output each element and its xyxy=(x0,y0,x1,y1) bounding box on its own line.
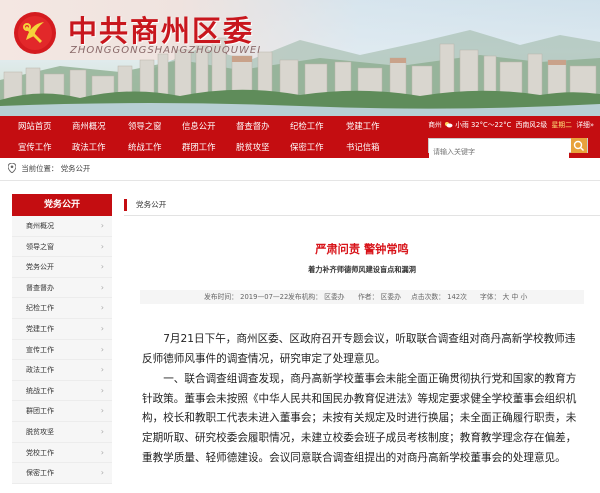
chevron-right-icon: › xyxy=(100,426,104,436)
nav-item-united-front[interactable]: 统战工作 xyxy=(128,137,162,158)
site-banner: 中共商州区委 ZHONGGONGSHANGZHOUQUWEI xyxy=(0,0,600,116)
sidebar-item-supervision[interactable]: 督查督办 › xyxy=(12,277,112,299)
chevron-right-icon: › xyxy=(100,221,104,230)
sidebar-item-mass-groups[interactable]: 群团工作 › xyxy=(12,401,112,422)
weather-wind: 西南风2级 xyxy=(515,121,548,129)
sidebar-item-discipline[interactable]: 纪检工作 › xyxy=(12,298,112,319)
chevron-right-icon: › xyxy=(100,303,104,313)
weather-widget: 商州 小雨 32°C～22°C 西南风2级 星期二 详细» xyxy=(428,119,594,129)
weekday: 星期二 xyxy=(551,121,572,129)
sidebar-item-label: 督查督办 xyxy=(26,283,54,292)
site-title: 中共商州区委 xyxy=(68,14,255,48)
sidebar-item-united-front[interactable]: 统战工作 › xyxy=(12,380,112,402)
chevron-right-icon: › xyxy=(100,406,104,416)
font-size-switcher[interactable]: 字体： 大 中 小 xyxy=(480,290,527,304)
divider xyxy=(0,180,600,181)
page: 中共商州区委 ZHONGGONGSHANGZHOUQUWEI 网站首页 商州概况… xyxy=(0,0,600,493)
search-button[interactable] xyxy=(571,138,587,153)
nav-item-politics-law[interactable]: 政法工作 xyxy=(72,137,106,158)
section-marker xyxy=(124,199,127,211)
nav-item-overview[interactable]: 商州概况 xyxy=(72,116,106,137)
main-nav: 网站首页 商州概况 领导之窗 信息公开 督查督办 纪检工作 党建工作 宣传工作 … xyxy=(0,116,600,159)
weather-temp: 32°C～22°C xyxy=(470,121,512,129)
chevron-right-icon: › xyxy=(100,447,104,457)
sidebar-item-label: 党建工作 xyxy=(26,324,54,333)
search-box xyxy=(428,138,588,159)
nav-item-secrecy[interactable]: 保密工作 xyxy=(290,137,324,158)
nav-item-supervision[interactable]: 督查督办 xyxy=(236,116,270,137)
view-count: 点击次数： 142次 xyxy=(411,293,467,301)
sidebar-item-party-affairs[interactable]: 党务公开 › xyxy=(12,257,112,278)
search-input[interactable] xyxy=(429,145,569,159)
sidebar-item-label: 党务公开 xyxy=(26,263,54,272)
nav-item-leaders[interactable]: 领导之窗 xyxy=(128,116,162,137)
location-pin-icon xyxy=(7,162,17,174)
sidebar-item-label: 脱贫攻坚 xyxy=(26,427,54,436)
sidebar-item-poverty[interactable]: 脱贫攻坚 › xyxy=(12,421,112,443)
chevron-right-icon: › xyxy=(100,262,104,272)
article-title: 严肃问责 警钟常鸣 xyxy=(315,243,409,256)
article-subtitle: 着力补齐师德师风建设盲点和漏洞 xyxy=(308,265,416,274)
nav-item-home[interactable]: 网站首页 xyxy=(18,116,52,137)
article-body: 7月21日下午，商州区委、区政府召开专题会议，听取联合调查组对商丹高新学校教师违… xyxy=(142,330,582,469)
chevron-right-icon: › xyxy=(100,241,104,251)
chevron-right-icon: › xyxy=(100,468,104,478)
weather-city: 商州 xyxy=(428,121,442,129)
site-subtitle: ZHONGGONGSHANGZHOUQUWEI xyxy=(70,45,262,56)
sidebar-item-party-school[interactable]: 党校工作 › xyxy=(12,442,112,464)
sidebar-item-label: 政法工作 xyxy=(26,366,54,375)
nav-item-info-disclosure[interactable]: 信息公开 xyxy=(182,116,216,137)
sidebar-item-label: 商州概况 xyxy=(26,222,54,230)
sidebar-item-politics-law[interactable]: 政法工作 › xyxy=(12,360,112,381)
nav-item-publicity[interactable]: 宣传工作 xyxy=(18,137,52,158)
sidebar-item-label: 保密工作 xyxy=(26,469,54,478)
breadcrumb-label: 当前位置： xyxy=(21,164,59,173)
sidebar-item-party-building[interactable]: 党建工作 › xyxy=(12,318,112,340)
party-emblem-logo xyxy=(12,10,58,56)
chevron-right-icon: › xyxy=(100,282,104,292)
article-meta: 发布时间： 2019—07—22 发布机构： 区委办 作者： 区委办 点击次数：… xyxy=(140,290,584,304)
chevron-right-icon: › xyxy=(100,344,104,354)
sidebar-item-label: 统战工作 xyxy=(26,386,54,395)
sidebar-item-label: 宣传工作 xyxy=(26,345,54,354)
sidebar-item-secrecy[interactable]: 保密工作 › xyxy=(12,463,112,484)
sidebar-item-label: 领导之窗 xyxy=(26,242,54,251)
nav-item-party-building[interactable]: 党建工作 xyxy=(346,116,380,137)
search-icon xyxy=(573,140,584,151)
article-paragraph: 7月21日下午，商州区委、区政府召开专题会议，听取联合调查组对商丹高新学校教师违… xyxy=(142,333,576,365)
sidebar-heading: 党务公开 xyxy=(12,194,112,216)
sidebar-item-publicity[interactable]: 宣传工作 › xyxy=(12,339,112,361)
breadcrumb-current[interactable]: 党务公开 xyxy=(61,164,91,173)
chevron-right-icon: › xyxy=(100,323,104,333)
sidebar: 党务公开 商州概况 › 领导之窗 › 党务公开 › 督查督办 › 纪检工作 › 党建工作 ›… xyxy=(12,194,112,484)
sidebar-item-label: 党校工作 xyxy=(26,448,54,457)
sidebar-item-label: 群团工作 xyxy=(26,407,54,416)
cloud-sun-icon xyxy=(444,121,453,128)
sidebar-item-overview[interactable]: 商州概况 › xyxy=(12,216,112,237)
publish-date: 发布时间： 2019—07—22 xyxy=(204,293,289,301)
author: 作者： 区委办 xyxy=(358,293,401,301)
nav-item-discipline[interactable]: 纪检工作 xyxy=(290,116,324,137)
section-title: 党务公开 xyxy=(136,200,167,209)
nav-item-poverty[interactable]: 脱贫攻坚 xyxy=(236,137,270,158)
section-header: 党务公开 xyxy=(124,195,600,216)
nav-item-mailbox[interactable]: 书记信箱 xyxy=(346,137,380,158)
chevron-right-icon: › xyxy=(100,365,104,375)
breadcrumb: 当前位置： 党务公开 xyxy=(7,162,91,174)
nav-item-mass-groups[interactable]: 群团工作 xyxy=(182,137,216,158)
article-paragraph: 一、联合调查组调查发现，商丹高新学校董事会未能全面正确贯彻执行党和国家的教育方针… xyxy=(142,373,577,464)
sidebar-item-leaders[interactable]: 领导之窗 › xyxy=(12,236,112,258)
weather-detail-link[interactable]: 详细» xyxy=(576,121,594,129)
weather-desc: 小雨 xyxy=(455,121,469,129)
chevron-right-icon: › xyxy=(100,385,104,395)
sidebar-item-label: 纪检工作 xyxy=(26,304,54,313)
publish-unit: 发布机构： 区委办 xyxy=(288,293,345,301)
